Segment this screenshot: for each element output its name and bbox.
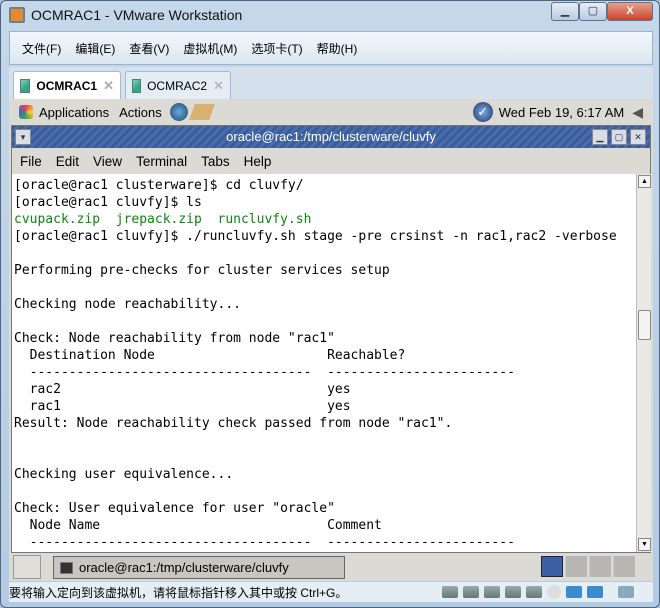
menu-bar: 文件(F) 编辑(E) 查看(V) 虚拟机(M) 选项卡(T) 帮助(H) [9, 31, 653, 65]
taskbar-item-label: oracle@rac1:/tmp/clusterware/cluvfy [79, 560, 289, 575]
terminal-minimize-button[interactable]: ▁ [592, 129, 608, 145]
workspace-3[interactable] [589, 556, 611, 577]
terminal-line: rac2 yes [14, 382, 351, 397]
cd-rom-icon[interactable] [547, 585, 561, 599]
terminal-window: ▾ oracle@rac1:/tmp/clusterware/cluvfy ▁ … [11, 125, 651, 553]
terminal-title: oracle@rac1:/tmp/clusterware/cluvfy [226, 129, 436, 144]
terminal-close-button[interactable]: ✕ [630, 129, 646, 145]
minimize-button[interactable]: ▁ [551, 2, 579, 21]
vm-icon [132, 78, 142, 93]
close-tab-icon[interactable]: ✕ [213, 78, 224, 94]
guest-screen[interactable]: Applications Actions ✓ Wed Feb 19, 6:17 … [9, 99, 653, 581]
terminal-menu-file[interactable]: File [20, 154, 42, 169]
hard-disk-icon[interactable] [505, 586, 521, 598]
hard-disk-icon[interactable] [484, 586, 500, 598]
terminal-line: Node Name Comment [14, 518, 382, 533]
message-log-icon[interactable] [618, 586, 634, 598]
hard-disk-icon[interactable] [526, 586, 542, 598]
menu-edit[interactable]: 编辑(E) [75, 40, 115, 57]
vm-tabs: OCMRAC1 ✕ OCMRAC2 ✕ [9, 67, 653, 99]
tab-ocmrac2[interactable]: OCMRAC2 ✕ [125, 71, 231, 99]
taskbar-terminal-item[interactable]: oracle@rac1:/tmp/clusterware/cluvfy [53, 556, 345, 579]
actions-menu[interactable]: Actions [119, 105, 162, 120]
terminal-line: Destination Node Reachable? [14, 348, 406, 363]
show-desktop-button[interactable] [13, 555, 41, 579]
applications-icon [19, 105, 33, 119]
close-tab-icon[interactable]: ✕ [103, 78, 114, 94]
terminal-line: Checking user equivalence... [14, 467, 234, 482]
terminal-menu-terminal[interactable]: Terminal [136, 154, 187, 169]
window-menu-icon[interactable]: ▾ [15, 129, 31, 145]
terminal-output[interactable]: [oracle@rac1 clusterware]$ cd cluvfy/ [or… [12, 174, 636, 552]
terminal-menu-help[interactable]: Help [244, 154, 272, 169]
maximize-button[interactable]: ▢ [579, 2, 607, 21]
terminal-menu-bar: File Edit View Terminal Tabs Help [12, 148, 650, 174]
window-title: OCMRAC1 - VMware Workstation [31, 7, 243, 23]
tab-label: OCMRAC2 [147, 78, 208, 93]
terminal-scrollbar[interactable]: ▲ ▼ [636, 174, 651, 552]
terminal-line: Check: User equivalence for user "oracle… [14, 501, 335, 516]
hard-disk-icon[interactable] [463, 586, 479, 598]
web-browser-icon[interactable] [169, 103, 188, 121]
terminal-line: cvupack.zip jrepack.zip runcluvfy.sh [14, 212, 312, 227]
workspace-4[interactable] [613, 556, 635, 577]
terminal-title-bar[interactable]: ▾ oracle@rac1:/tmp/clusterware/cluvfy ▁ … [12, 126, 650, 148]
hard-disk-icon[interactable] [442, 586, 458, 598]
terminal-line: Result: Node reachability check passed f… [14, 416, 453, 431]
applications-menu[interactable]: Applications [39, 105, 109, 120]
status-bar: 要将输入定向到该虚拟机，请将鼠标指针移入其中或按 Ctrl+G。 [9, 582, 653, 602]
menu-help[interactable]: 帮助(H) [317, 40, 358, 57]
scroll-up-button[interactable]: ▲ [638, 175, 651, 188]
terminal-line: ------------------------------------ ---… [14, 365, 515, 380]
workspace-1[interactable] [541, 556, 563, 577]
title-bar: OCMRAC1 - VMware Workstation ▁ ▢ X [1, 1, 659, 29]
menu-vm[interactable]: 虚拟机(M) [183, 40, 237, 57]
close-button[interactable]: X [607, 2, 653, 21]
tab-label: OCMRAC1 [36, 78, 98, 93]
terminal-icon [60, 561, 73, 574]
volume-icon[interactable]: ◀ [632, 104, 643, 121]
status-text: 要将输入定向到该虚拟机，请将鼠标指针移入其中或按 Ctrl+G。 [9, 585, 348, 600]
terminal-line: ------------------------------------ ---… [14, 535, 515, 550]
terminal-menu-edit[interactable]: Edit [56, 154, 79, 169]
terminal-line: [oracle@rac1 clusterware]$ cd cluvfy/ [14, 178, 304, 193]
terminal-line: [oracle@rac1 cluvfy]$ ls [14, 195, 202, 210]
terminal-line: rac1 yes [14, 399, 351, 414]
tab-ocmrac1[interactable]: OCMRAC1 ✕ [13, 71, 121, 99]
terminal-line: Performing pre-checks for cluster servic… [14, 263, 390, 278]
email-icon[interactable] [188, 104, 215, 120]
network-adapter-icon[interactable] [587, 586, 603, 598]
menu-file[interactable]: 文件(F) [22, 40, 61, 57]
scroll-down-button[interactable]: ▼ [638, 538, 651, 551]
terminal-menu-tabs[interactable]: Tabs [201, 154, 230, 169]
terminal-line: Checking node reachability... [14, 297, 241, 312]
gnome-bottom-panel: oracle@rac1:/tmp/clusterware/cluvfy [9, 553, 653, 581]
gnome-top-panel: Applications Actions ✓ Wed Feb 19, 6:17 … [9, 99, 653, 125]
vmware-app-icon [9, 7, 25, 23]
clock[interactable]: Wed Feb 19, 6:17 AM [499, 105, 625, 120]
scrollbar-thumb[interactable] [638, 310, 651, 340]
terminal-line: Check: Node reachability from node "rac1… [14, 331, 335, 346]
menu-view[interactable]: 查看(V) [129, 40, 169, 57]
update-check-icon[interactable]: ✓ [472, 102, 493, 122]
network-adapter-icon[interactable] [566, 586, 582, 598]
terminal-line: [oracle@rac1 cluvfy]$ ./runcluvfy.sh sta… [14, 229, 617, 244]
workspace-2[interactable] [565, 556, 587, 577]
vmware-window: OCMRAC1 - VMware Workstation ▁ ▢ X 文件(F)… [0, 0, 660, 608]
menu-tabs[interactable]: 选项卡(T) [251, 40, 302, 57]
terminal-maximize-button[interactable]: ▢ [611, 129, 627, 145]
vm-icon [20, 78, 31, 93]
terminal-menu-view[interactable]: View [93, 154, 122, 169]
